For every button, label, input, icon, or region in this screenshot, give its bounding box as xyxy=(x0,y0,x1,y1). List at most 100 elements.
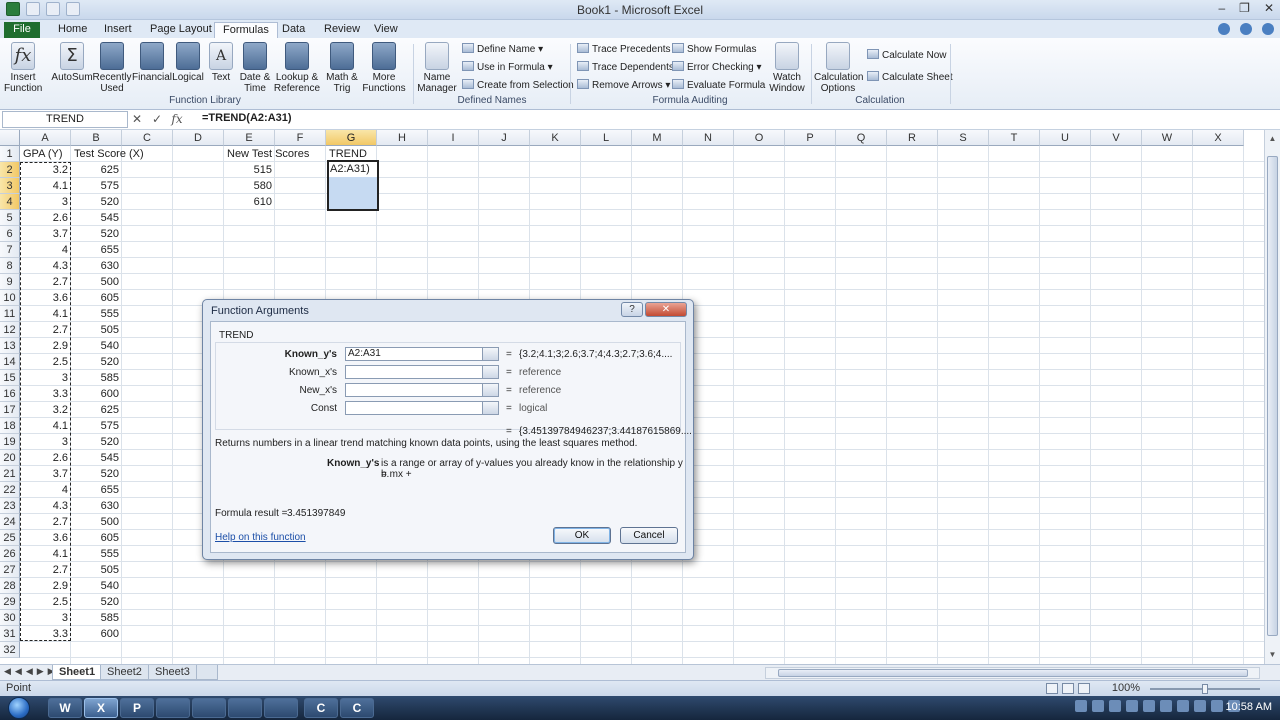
cell-test-score[interactable]: 500 xyxy=(71,274,122,290)
cell-new-test-score[interactable]: 515 xyxy=(224,162,275,178)
cell-test-score[interactable]: 585 xyxy=(71,610,122,626)
row-header[interactable]: 18 xyxy=(0,418,20,434)
row-header[interactable]: 1 xyxy=(0,146,20,162)
column-header[interactable]: R xyxy=(887,130,938,146)
cell-test-score[interactable]: 520 xyxy=(71,466,122,482)
row-header[interactable]: 22 xyxy=(0,482,20,498)
error-checking-button[interactable]: Error Checking ▾ xyxy=(672,60,762,76)
cell-test-score[interactable]: 545 xyxy=(71,450,122,466)
column-header[interactable]: M xyxy=(632,130,683,146)
cell-test-score[interactable]: 605 xyxy=(71,530,122,546)
taskbar-app-5[interactable] xyxy=(192,698,226,718)
tray-icon[interactable] xyxy=(1092,700,1104,712)
page-layout-view-icon[interactable] xyxy=(1062,683,1074,694)
help-icon[interactable] xyxy=(1240,23,1252,35)
known-ys-input[interactable]: A2:A31 xyxy=(345,347,483,361)
date-time-button[interactable]: Date & Time xyxy=(236,42,274,94)
network-icon[interactable] xyxy=(1211,700,1223,712)
cell-test-score[interactable]: 625 xyxy=(71,402,122,418)
row-header[interactable]: 9 xyxy=(0,274,20,290)
tray-icon[interactable] xyxy=(1143,700,1155,712)
sheet-tab-sheet3[interactable]: Sheet3 xyxy=(148,665,197,680)
tab-file[interactable]: File xyxy=(4,22,40,38)
cell-test-score[interactable]: 520 xyxy=(71,434,122,450)
cell-b1-header[interactable]: Test Score (X) xyxy=(71,146,171,162)
taskbar-app-c2[interactable]: C xyxy=(340,698,374,718)
row-header[interactable]: 24 xyxy=(0,514,20,530)
tab-data[interactable]: Data xyxy=(274,22,313,38)
use-in-formula-button[interactable]: Use in Formula ▾ xyxy=(462,60,553,76)
cell-test-score[interactable]: 505 xyxy=(71,322,122,338)
row-header[interactable]: 29 xyxy=(0,594,20,610)
page-break-view-icon[interactable] xyxy=(1078,683,1090,694)
taskbar-word[interactable]: W xyxy=(48,698,82,718)
row-header[interactable]: 16 xyxy=(0,386,20,402)
tab-insert[interactable]: Insert xyxy=(96,22,140,38)
define-name-button[interactable]: Define Name ▾ xyxy=(462,42,543,58)
column-header[interactable]: Q xyxy=(836,130,887,146)
watch-window-button[interactable]: Watch Window xyxy=(766,42,808,94)
cell-test-score[interactable]: 575 xyxy=(71,178,122,194)
logical-button[interactable]: Logical xyxy=(170,42,206,83)
evaluate-formula-button[interactable]: Evaluate Formula xyxy=(672,78,765,94)
cell-g2-editing[interactable]: A2:A31) xyxy=(329,162,377,177)
column-header[interactable]: S xyxy=(938,130,989,146)
tray-icon[interactable] xyxy=(1075,700,1087,712)
column-header[interactable]: U xyxy=(1040,130,1091,146)
tray-icon[interactable] xyxy=(1177,700,1189,712)
row-header[interactable]: 31 xyxy=(0,626,20,642)
column-header[interactable]: N xyxy=(683,130,734,146)
row-header[interactable]: 27 xyxy=(0,562,20,578)
row-header[interactable]: 8 xyxy=(0,258,20,274)
lookup-reference-button[interactable]: Lookup & Reference xyxy=(272,42,322,94)
column-header[interactable]: I xyxy=(428,130,479,146)
row-header[interactable]: 15 xyxy=(0,370,20,386)
cell-test-score[interactable]: 555 xyxy=(71,306,122,322)
row-header[interactable]: 2 xyxy=(0,162,20,178)
cell-test-score[interactable]: 555 xyxy=(71,546,122,562)
row-header[interactable]: 19 xyxy=(0,434,20,450)
row-header[interactable]: 25 xyxy=(0,530,20,546)
column-header[interactable]: O xyxy=(734,130,785,146)
column-header[interactable]: F xyxy=(275,130,326,146)
cell-test-score[interactable]: 655 xyxy=(71,482,122,498)
column-header[interactable]: G xyxy=(326,130,377,146)
minimize-ribbon-icon[interactable] xyxy=(1218,23,1230,35)
cell-test-score[interactable]: 600 xyxy=(71,626,122,642)
cell-e1-header[interactable]: New Test Scores xyxy=(224,146,324,162)
dialog-close-icon[interactable]: ✕ xyxy=(645,302,687,317)
ok-button[interactable]: OK xyxy=(553,527,611,544)
new-xs-input[interactable] xyxy=(345,383,483,397)
column-header[interactable]: L xyxy=(581,130,632,146)
insert-function-icon[interactable]: fx xyxy=(170,112,184,126)
column-header[interactable]: D xyxy=(173,130,224,146)
column-header[interactable]: E xyxy=(224,130,275,146)
tab-formulas[interactable]: Formulas xyxy=(214,22,278,38)
collapse-dialog-icon[interactable] xyxy=(482,365,499,379)
column-header[interactable]: B xyxy=(71,130,122,146)
help-on-function-link[interactable]: Help on this function xyxy=(215,532,306,543)
taskbar-app-7[interactable] xyxy=(264,698,298,718)
horizontal-scroll-thumb[interactable] xyxy=(778,669,1248,677)
minimize-icon[interactable]: – xyxy=(1218,1,1225,15)
cell-test-score[interactable]: 500 xyxy=(71,514,122,530)
column-header[interactable]: W xyxy=(1142,130,1193,146)
column-header[interactable]: A xyxy=(20,130,71,146)
name-manager-button[interactable]: Name Manager xyxy=(417,42,457,94)
dialog-help-icon[interactable]: ? xyxy=(621,302,643,317)
collapse-dialog-icon[interactable] xyxy=(482,401,499,415)
cancel-entry-icon[interactable]: ✕ xyxy=(130,112,144,126)
calculation-options-button[interactable]: Calculation Options xyxy=(814,42,863,94)
row-header[interactable]: 13 xyxy=(0,338,20,354)
sheet-tab-sheet1[interactable]: Sheet1 xyxy=(52,665,103,680)
taskbar-excel[interactable]: X xyxy=(84,698,118,718)
cell-test-score[interactable]: 505 xyxy=(71,562,122,578)
cell-test-score[interactable]: 520 xyxy=(71,194,122,210)
show-formulas-button[interactable]: Show Formulas xyxy=(672,42,756,58)
row-header[interactable]: 11 xyxy=(0,306,20,322)
cell-test-score[interactable]: 540 xyxy=(71,338,122,354)
cell-new-test-score[interactable]: 610 xyxy=(224,194,275,210)
cell-test-score[interactable]: 625 xyxy=(71,162,122,178)
calculate-sheet-button[interactable]: Calculate Sheet xyxy=(867,70,953,86)
start-button[interactable] xyxy=(8,697,30,719)
